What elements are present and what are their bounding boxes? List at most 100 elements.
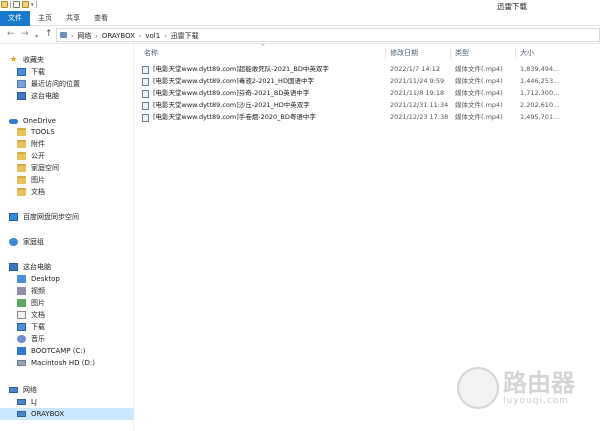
table-row[interactable]: [电影天堂www.dytt89.com]芬奇-2021_BD英语中字 2021/… [142,88,592,99]
nav-item-oraybox[interactable]: ORAYBOX [0,408,134,420]
column-header-date[interactable]: 修改日期 [390,47,418,59]
column-divider[interactable] [515,48,516,59]
nav-homegroup[interactable]: 家庭组 [9,236,44,248]
table-row[interactable]: [电影天堂www.dytt89.com]手卷烟-2020_BD粤语中字 2021… [142,112,592,123]
chevron-down-icon[interactable]: ▾ [35,31,38,42]
file-type: 媒体文件(.mp4) [455,65,503,73]
tab-file[interactable]: 文件 [0,11,30,26]
nav-network[interactable]: 网络 [9,384,37,396]
nav-label: OneDrive [23,117,56,125]
title-bar: ▾ 迅雷下载 [0,0,600,11]
computer-icon [17,92,26,100]
nav-label: 家庭空间 [31,164,59,172]
nav-label: ORAYBOX [31,410,65,418]
tab-home[interactable]: 主页 [36,11,54,26]
column-header-name[interactable]: 名称 [144,47,158,59]
chevron-right-icon[interactable]: › [164,33,166,40]
file-type: 媒体文件(.mp4) [455,89,503,97]
file-size: 2,202,610... [520,101,560,109]
nav-item-documents-pc[interactable]: 文档 [17,309,45,321]
nav-item-recent[interactable]: 最近访问的位置 [17,78,80,90]
nav-item-public[interactable]: 公开 [17,150,45,162]
windows-drive-icon [17,347,26,355]
folder-icon[interactable] [1,1,8,8]
table-row[interactable]: [电影天堂www.dytt89.com]沙丘-2021_HD中英双字 2021/… [142,100,592,111]
nav-label: 附件 [31,140,45,148]
navigation-pane: ★ 收藏夹 下载 最近访问的位置 这台电脑 OneDrive TOOLS 附件 [0,44,134,431]
file-name: [电影天堂www.dytt89.com]毒液2-2021_HD国语中字 [142,76,314,87]
network-icon [9,387,18,393]
video-folder-icon [17,287,26,295]
up-arrow-icon[interactable]: ↑ [45,29,53,40]
nav-item-videos[interactable]: 视频 [17,285,45,297]
nav-item-desktop[interactable]: Desktop [17,273,60,285]
nav-label: 文档 [31,188,45,196]
explorer-window: ▾ 迅雷下载 文件 主页 共享 查看 ← → ▾ ↑ › 网络 › ORAYBO… [0,0,600,431]
computer-icon [9,263,18,271]
column-header-size[interactable]: 大小 [520,47,534,59]
nav-label: 这台电脑 [23,263,51,271]
video-file-icon [142,77,149,86]
breadcrumb-vol1[interactable]: vol1 [145,32,160,40]
file-size: 1,446,253... [520,77,560,85]
column-divider[interactable] [385,48,386,59]
column-header-type[interactable]: 类型 [455,47,469,59]
nav-label: 视频 [31,287,45,295]
watermark-text: 路由器 luyouqi.com [503,370,575,406]
column-divider[interactable] [450,48,451,59]
nav-item-pictures-pc[interactable]: 图片 [17,297,45,309]
nav-item-bootcamp[interactable]: BOOTCAMP (C:) [17,345,85,357]
tab-view[interactable]: 查看 [92,11,110,26]
nav-label: 收藏夹 [23,56,44,64]
nav-label: Macintosh HD (D:) [31,359,95,367]
folder-icon [17,152,26,160]
forward-arrow-icon[interactable]: → [21,29,29,40]
table-row[interactable]: [电影天堂www.dytt89.com]超能敢死队-2021_BD中英双字 20… [142,64,592,75]
back-arrow-icon[interactable]: ← [7,29,15,40]
nav-item-downloads[interactable]: 下载 [17,66,45,78]
nav-favorites[interactable]: ★ 收藏夹 [9,54,44,66]
nav-baidu-sync[interactable]: 百度网盘同步空间 [9,211,79,223]
quick-access-toolbar: ▾ [1,1,37,8]
nav-label: 家庭组 [23,238,44,246]
watermark: 路由器 luyouqi.com [457,367,575,409]
nav-item-this-pc[interactable]: 这台电脑 [17,90,59,102]
properties-icon[interactable] [13,1,20,8]
address-bar[interactable]: › 网络 › ORAYBOX › vol1 › 迅雷下载 [56,28,600,42]
nav-item-downloads-pc[interactable]: 下载 [17,321,45,333]
file-name-text: [电影天堂www.dytt89.com]沙丘-2021_HD中英双字 [153,101,310,109]
nav-item-macintosh-hd[interactable]: Macintosh HD (D:) [17,357,95,369]
file-name: [电影天堂www.dytt89.com]手卷烟-2020_BD粤语中字 [142,112,316,123]
nav-item-tools[interactable]: TOOLS [17,126,55,138]
file-name-text: [电影天堂www.dytt89.com]手卷烟-2020_BD粤语中字 [153,113,316,121]
video-file-icon [142,89,149,98]
file-date: 2021/12/31 11:34 [390,101,449,109]
file-size: 1,495,701... [520,113,560,121]
router-logo-icon [457,367,499,409]
breadcrumb-current[interactable]: 迅雷下载 [171,31,199,41]
nav-label: BOOTCAMP (C:) [31,347,86,355]
nav-item-attachments[interactable]: 附件 [17,138,45,150]
file-name-text: [电影天堂www.dytt89.com]超能敢死队-2021_BD中英双字 [153,65,329,73]
chevron-right-icon[interactable]: › [139,33,141,40]
video-file-icon [142,113,149,122]
chevron-right-icon[interactable]: › [95,33,97,40]
table-row[interactable]: [电影天堂www.dytt89.com]毒液2-2021_HD国语中字 2021… [142,76,592,87]
nav-item-music[interactable]: 音乐 [17,333,45,345]
nav-item-pictures[interactable]: 图片 [17,174,45,186]
breadcrumb-oraybox[interactable]: ORAYBOX [102,32,135,40]
chevron-right-icon[interactable]: › [71,33,73,40]
tab-share[interactable]: 共享 [64,11,82,26]
new-folder-icon[interactable] [22,1,29,8]
breadcrumb-network[interactable]: 网络 [77,31,91,41]
download-icon [17,323,26,331]
nav-this-pc[interactable]: 这台电脑 [9,261,51,273]
nav-label: 最近访问的位置 [31,80,80,88]
download-icon [17,68,26,76]
nav-item-lj[interactable]: LJ [17,396,37,408]
chevron-down-icon[interactable]: ▾ [31,2,34,8]
nav-label: LJ [31,398,37,406]
nav-item-documents[interactable]: 文档 [17,186,45,198]
nav-item-family-space[interactable]: 家庭空间 [17,162,59,174]
file-date: 2022/1/7 14:12 [390,65,440,73]
